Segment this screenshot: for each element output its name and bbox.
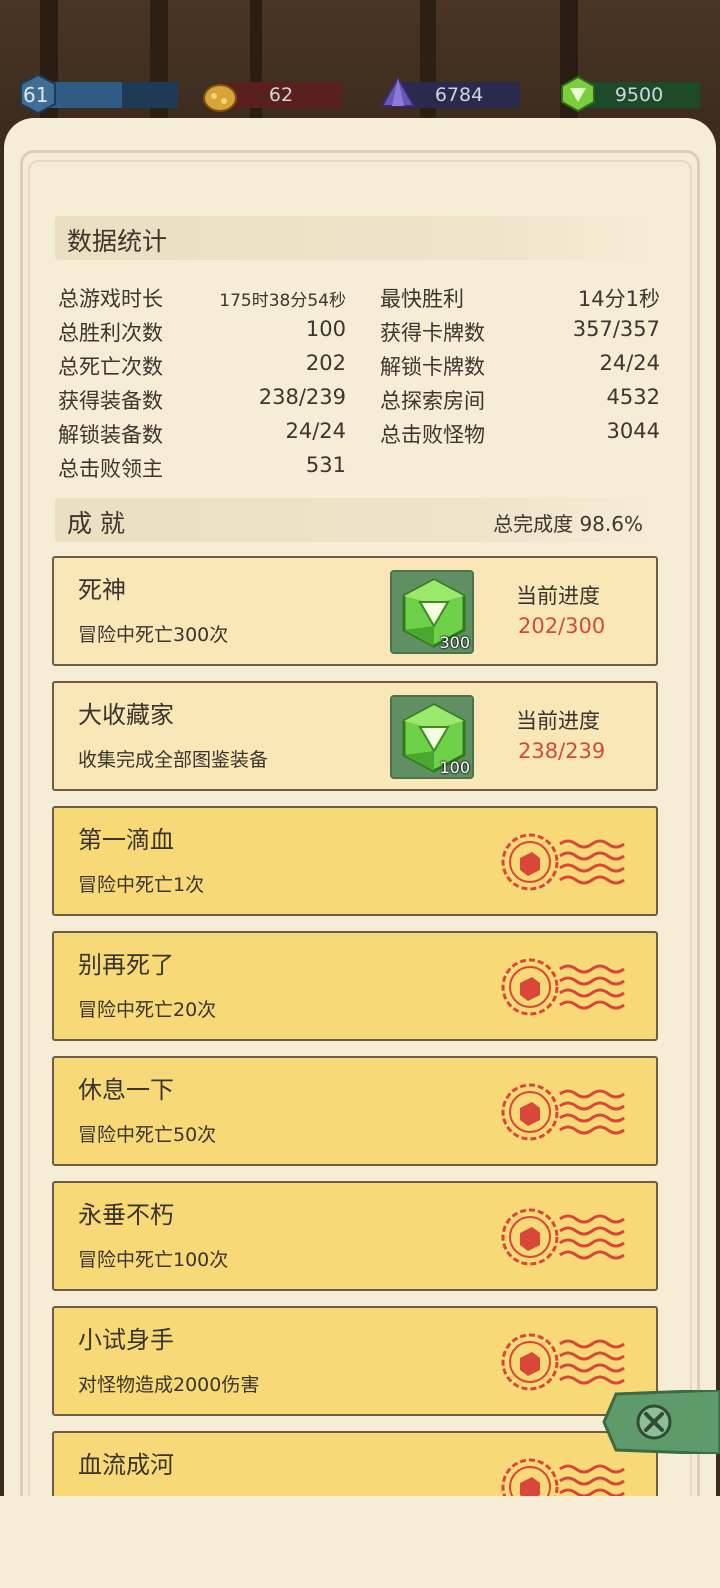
currency-b: 6784 <box>378 75 520 110</box>
stat-value: 100 <box>305 317 346 341</box>
progress-value: 238/239 <box>518 739 606 763</box>
achievement-desc: 收集完成全部图鉴装备 <box>78 749 269 771</box>
stat-row: 最快胜利 14分1秒 <box>380 283 660 313</box>
achievement-card[interactable]: 死神冒险中死亡300次 300 当前进度 202/300 <box>52 556 658 666</box>
completed-stamp <box>498 1201 628 1273</box>
stat-value: 4532 <box>606 385 660 409</box>
achievement-name: 永垂不朽 <box>78 1201 174 1229</box>
progress-label: 当前进度 <box>516 709 600 733</box>
progress-label: 当前进度 <box>516 584 600 608</box>
reward-gem: 100 <box>390 695 474 779</box>
achievement-name: 别再死了 <box>78 951 174 979</box>
stat-row: 总探索房间 4532 <box>380 385 660 415</box>
achievements-title: 成 就 <box>67 509 125 538</box>
stat-value: 24/24 <box>599 351 660 375</box>
stat-row: 总死亡次数 202 <box>58 351 346 381</box>
achievement-name: 小试身手 <box>78 1326 174 1354</box>
achievement-desc: 冒险中死亡100次 <box>78 1249 229 1271</box>
stats-title: 数据统计 <box>67 227 168 256</box>
progress-value: 202/300 <box>518 614 606 638</box>
completed-stamp <box>498 1076 628 1148</box>
stat-value: 24/24 <box>285 419 346 443</box>
red-stamp-icon <box>501 1208 625 1266</box>
level-value: 61 <box>23 83 49 107</box>
achievement-name: 第一滴血 <box>78 826 174 854</box>
stat-row: 获得装备数 238/239 <box>58 385 346 415</box>
stat-label: 总探索房间 <box>380 389 485 413</box>
red-stamp-icon <box>501 1083 625 1141</box>
resource-bar: 61 62 6784 9500 <box>0 70 720 120</box>
red-stamp-icon <box>501 1333 625 1391</box>
stat-label: 最快胜利 <box>380 287 464 311</box>
stat-value: 357/357 <box>572 317 660 341</box>
stat-label: 总胜利次数 <box>58 321 163 345</box>
stat-label: 解锁卡牌数 <box>380 355 485 379</box>
stat-value: 175时38分54秒 <box>219 291 346 311</box>
stat-value: 14分1秒 <box>577 287 660 311</box>
stat-row: 解锁装备数 24/24 <box>58 419 346 449</box>
achievement-card[interactable]: 休息一下冒险中死亡50次 <box>52 1056 658 1166</box>
stat-row: 总击败领主 531 <box>58 453 346 483</box>
achievement-card[interactable]: 大收藏家收集完成全部图鉴装备 100 当前进度 238/239 <box>52 681 658 791</box>
stat-row: 总击败怪物 3044 <box>380 419 660 449</box>
close-button[interactable] <box>602 1388 720 1456</box>
stat-label: 获得卡牌数 <box>380 321 485 345</box>
stat-row: 总胜利次数 100 <box>58 317 346 347</box>
achievement-desc: 对怪物造成2000伤害 <box>78 1374 260 1396</box>
achievement-card[interactable]: 第一滴血冒险中死亡1次 <box>52 806 658 916</box>
achievement-card[interactable]: 别再死了冒险中死亡20次 <box>52 931 658 1041</box>
stat-label: 解锁装备数 <box>58 423 163 447</box>
stat-label: 总击败怪物 <box>380 423 485 447</box>
stat-value: 531 <box>305 453 346 477</box>
completed-stamp <box>498 951 628 1023</box>
achievements-section-header: 成 就 总完成度 98.6% <box>55 498 655 542</box>
completed-stamp <box>498 826 628 898</box>
stat-value: 3044 <box>606 419 660 443</box>
reward-amount: 100 <box>439 758 470 777</box>
achievement-desc: 冒险中死亡300次 <box>78 624 229 646</box>
achievement-name: 血流成河 <box>78 1451 174 1479</box>
gold-pouch-icon <box>203 84 237 112</box>
completion-summary: 总完成度 98.6% <box>493 508 643 537</box>
green-gem-icon <box>561 75 595 113</box>
completion-label: 总完成度 <box>493 512 574 536</box>
red-stamp-icon <box>501 958 625 1016</box>
level-indicator: 61 <box>18 74 178 114</box>
purple-crystal-icon <box>380 75 416 107</box>
achievement-name: 大收藏家 <box>78 701 174 729</box>
currency-a: 62 <box>200 80 342 112</box>
completion-value: 98.6% <box>579 512 643 536</box>
completed-stamp <box>498 1326 628 1398</box>
stats-section-header: 数据统计 <box>55 216 655 260</box>
achievement-name: 休息一下 <box>78 1076 174 1104</box>
achievement-desc: 冒险中死亡20次 <box>78 999 217 1021</box>
achievement-desc: 冒险中死亡1次 <box>78 874 205 896</box>
stat-value: 202 <box>305 351 346 375</box>
stat-label: 总死亡次数 <box>58 355 163 379</box>
stat-value: 238/239 <box>258 385 346 409</box>
stat-row: 获得卡牌数 357/357 <box>380 317 660 347</box>
achievement-desc: 冒险中死亡50次 <box>78 1124 217 1146</box>
red-stamp-icon <box>501 833 625 891</box>
reward-amount: 300 <box>439 633 470 652</box>
close-tab-shape <box>602 1388 720 1456</box>
currency-c: 9500 <box>558 75 700 113</box>
stat-row: 总游戏时长 175时38分54秒 <box>58 283 346 313</box>
stat-label: 总游戏时长 <box>58 287 163 311</box>
panel-bottom <box>0 1496 720 1588</box>
stat-label: 总击败领主 <box>58 457 163 481</box>
stat-row: 解锁卡牌数 24/24 <box>380 351 660 381</box>
reward-gem: 300 <box>390 570 474 654</box>
stat-label: 获得装备数 <box>58 389 163 413</box>
achievement-name: 死神 <box>78 576 126 604</box>
achievement-card[interactable]: 小试身手对怪物造成2000伤害 <box>52 1306 658 1416</box>
achievement-card[interactable]: 永垂不朽冒险中死亡100次 <box>52 1181 658 1291</box>
